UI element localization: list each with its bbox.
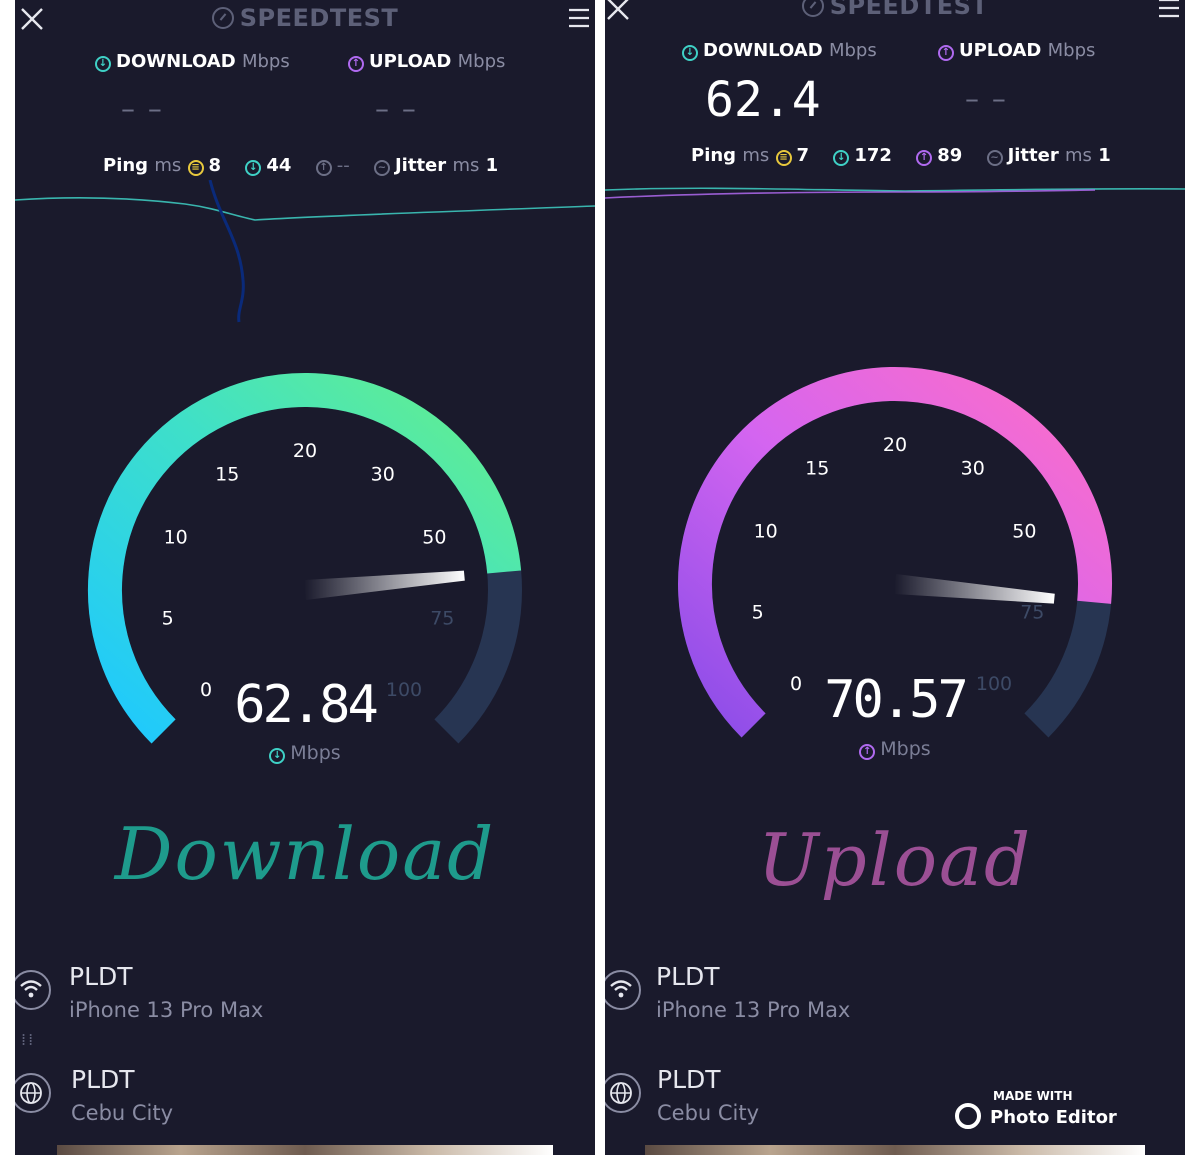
gauge-tick-label: 75 bbox=[430, 607, 454, 629]
gauge-tick-label: 50 bbox=[1012, 520, 1036, 542]
globe-icon bbox=[15, 1073, 51, 1113]
ping-idle: 8 bbox=[208, 155, 222, 176]
photo-editor-watermark: MADE WITH Photo Editor bbox=[955, 1089, 1117, 1133]
speedtest-logo: SPEEDTEST bbox=[605, 0, 1185, 20]
upload-arrow-icon: ↑ bbox=[938, 45, 954, 61]
server-location: Cebu City bbox=[657, 1101, 760, 1125]
gauge-tick-label: 5 bbox=[752, 601, 764, 623]
gauge-tick-label: 50 bbox=[422, 526, 446, 548]
download-test-panel: SPEEDTEST ↓ DOWNLOAD Mbps ↑ UPLOAD Mbps – … bbox=[15, 0, 595, 1155]
gauge-value: 70.57 bbox=[824, 670, 969, 730]
ping-upload: 89 bbox=[937, 145, 963, 166]
speedometer-icon bbox=[801, 0, 824, 17]
ping-icon: ≡ bbox=[187, 160, 204, 176]
ping-download: 172 bbox=[854, 145, 892, 166]
menu-icon[interactable] bbox=[1157, 0, 1181, 20]
server-row[interactable]: PLDT Cebu City bbox=[15, 1065, 595, 1135]
handwritten-download-label: Download bbox=[114, 812, 496, 896]
handwritten-upload-label: Upload bbox=[757, 818, 1033, 902]
gauge-needle bbox=[304, 570, 465, 600]
download-header: ↓ DOWNLOAD Mbps bbox=[95, 51, 290, 72]
upload-arrow-icon: ↑ bbox=[859, 744, 876, 760]
ad-banner[interactable] bbox=[645, 1145, 1145, 1155]
isp-name: PLDT bbox=[656, 962, 720, 991]
menu-icon[interactable] bbox=[567, 6, 591, 30]
server-name: PLDT bbox=[71, 1065, 135, 1094]
gauge-tick-label: 15 bbox=[215, 464, 239, 486]
latency-stats: Ping ms ≡ 7 ↓ 172 ↑ 89 ~ Jitter ms 1 bbox=[691, 145, 1111, 166]
ping-download: 44 bbox=[266, 155, 292, 176]
upload-header: ↑ UPLOAD Mbps bbox=[938, 40, 1095, 61]
photo-editor-logo-icon bbox=[955, 1103, 981, 1129]
gauge-tick-label: 10 bbox=[754, 520, 778, 542]
jitter-value: 1 bbox=[485, 155, 499, 176]
gauge-tick-label: 30 bbox=[371, 464, 395, 486]
download-arrow-icon: ↓ bbox=[95, 56, 111, 72]
speedtest-logo: SPEEDTEST bbox=[15, 4, 595, 32]
ping-upload-icon: ↑ bbox=[315, 160, 332, 176]
server-name: PLDT bbox=[657, 1065, 721, 1094]
gauge-value: 62.84 bbox=[234, 675, 379, 735]
ping-upload: -- bbox=[336, 155, 350, 176]
upload-arrow-icon: ↑ bbox=[348, 56, 364, 72]
ad-banner[interactable] bbox=[57, 1145, 553, 1155]
gauge-tick-label: 20 bbox=[883, 434, 907, 456]
jitter-value: 1 bbox=[1098, 145, 1111, 166]
latency-stats: Ping ms ≡ 8 ↓ 44 ↑ -- ~ Jitter ms 1 bbox=[103, 155, 499, 176]
ping-download-icon: ↓ bbox=[833, 150, 850, 166]
speedometer-icon bbox=[211, 7, 234, 29]
gauge-tick-label: 5 bbox=[162, 607, 174, 629]
ping-download-icon: ↓ bbox=[245, 160, 262, 176]
jitter-icon: ~ bbox=[986, 150, 1003, 166]
jitter-icon: ~ bbox=[373, 160, 390, 176]
speed-graph bbox=[15, 180, 595, 323]
gauge-tick-label: 30 bbox=[961, 458, 985, 480]
server-location: Cebu City bbox=[71, 1101, 174, 1125]
download-arrow-icon: ↓ bbox=[682, 45, 698, 61]
device-name: iPhone 13 Pro Max bbox=[69, 998, 264, 1022]
upload-value: – – bbox=[965, 82, 1008, 115]
wifi-icon bbox=[15, 970, 51, 1010]
upload-value: – – bbox=[375, 92, 418, 125]
isp-name: PLDT bbox=[69, 962, 133, 991]
pen-stroke bbox=[208, 180, 245, 323]
gauge-needle bbox=[894, 574, 1055, 604]
download-value: – – bbox=[121, 92, 164, 125]
ping-upload-icon: ↑ bbox=[916, 150, 933, 166]
gauge-unit: ↑ Mbps bbox=[795, 738, 995, 760]
upload-header: ↑ UPLOAD Mbps bbox=[348, 51, 505, 72]
more-icon[interactable]: ⁞⁞ bbox=[21, 1030, 35, 1049]
gauge-ticks: 05101520305075100 bbox=[752, 434, 1045, 695]
globe-icon bbox=[605, 1073, 641, 1113]
gauge-unit: ↓ Mbps bbox=[205, 742, 405, 764]
gauge-tick-label: 75 bbox=[1020, 601, 1044, 623]
gauge-ticks: 05101520305075100 bbox=[162, 440, 455, 701]
ping-icon: ≡ bbox=[775, 150, 792, 166]
isp-row[interactable]: PLDT iPhone 13 Pro Max bbox=[15, 962, 595, 1032]
speed-graph bbox=[605, 187, 1185, 199]
gauge-tick-label: 20 bbox=[293, 440, 317, 462]
isp-row[interactable]: PLDT iPhone 13 Pro Max bbox=[605, 962, 1185, 1032]
upload-test-panel: SPEEDTEST ↓ DOWNLOAD Mbps ↑ UPLOAD Mbps 62… bbox=[605, 0, 1185, 1155]
download-header: ↓ DOWNLOAD Mbps bbox=[682, 40, 877, 61]
wifi-icon bbox=[605, 970, 641, 1010]
download-arrow-icon: ↓ bbox=[269, 748, 286, 764]
device-name: iPhone 13 Pro Max bbox=[656, 998, 851, 1022]
gauge-needle-shape bbox=[304, 570, 465, 600]
download-value: 62.4 bbox=[705, 72, 821, 128]
gauge-tick-label: 10 bbox=[164, 526, 188, 548]
gauge-needle-shape bbox=[894, 574, 1055, 604]
gauge-tick-label: 15 bbox=[805, 458, 829, 480]
ping-idle: 7 bbox=[796, 145, 810, 166]
